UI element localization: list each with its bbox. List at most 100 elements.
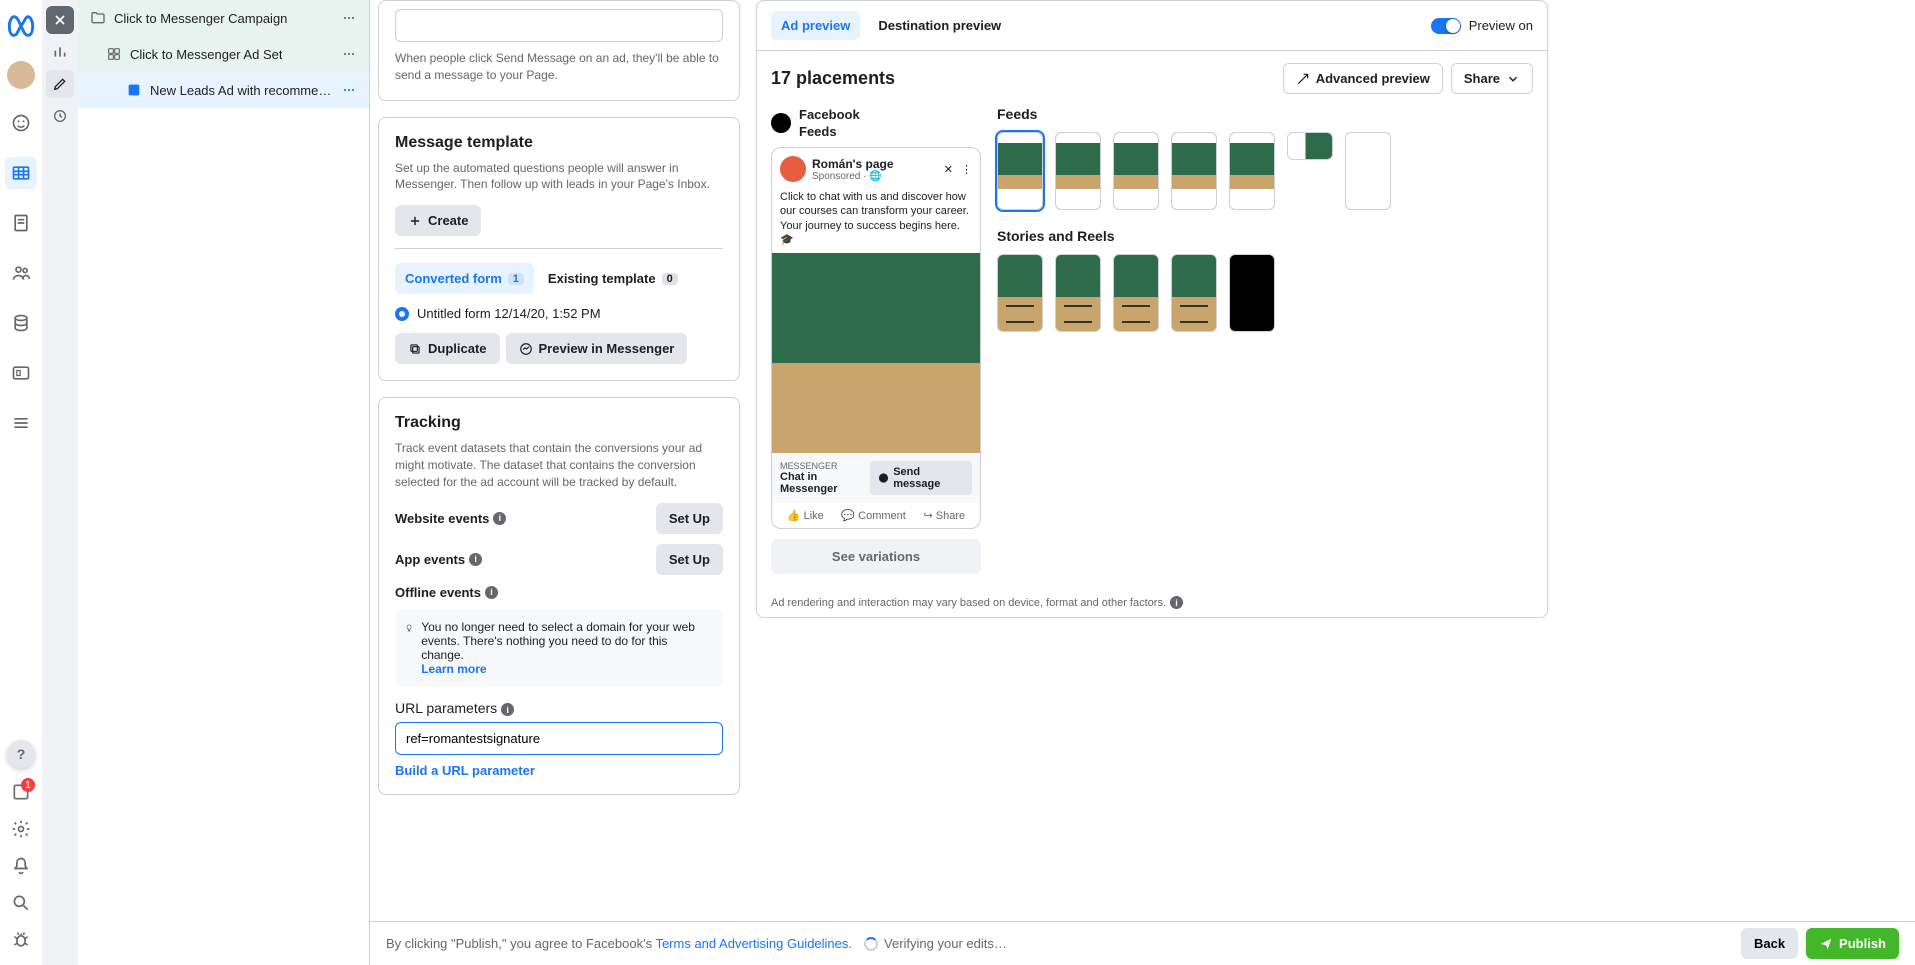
info-icon[interactable]: i: [469, 553, 482, 566]
nav-bell-icon[interactable]: [11, 856, 31, 879]
info-icon[interactable]: i: [501, 703, 514, 716]
nav-table-icon[interactable]: [5, 157, 37, 189]
meta-logo[interactable]: [7, 12, 35, 43]
page-avatar: [780, 156, 806, 182]
preview-channel-label: Facebook: [799, 107, 860, 122]
placement-thumb[interactable]: [1171, 254, 1217, 332]
placement-thumb[interactable]: [1113, 254, 1159, 332]
see-variations-button[interactable]: See variations: [771, 539, 981, 574]
feeds-section-title: Feeds: [997, 106, 1533, 122]
nav-bug-icon[interactable]: [11, 930, 31, 953]
tab-ad-preview[interactable]: Ad preview: [771, 11, 860, 40]
stats-icon[interactable]: [46, 38, 74, 66]
preview-messenger-button[interactable]: Preview in Messenger: [506, 333, 688, 364]
nav-settings-icon[interactable]: [11, 819, 31, 842]
publish-button[interactable]: Publish: [1806, 928, 1899, 959]
tab-existing-template[interactable]: Existing template 0: [538, 263, 688, 294]
offline-events-label: Offline events: [395, 585, 481, 600]
back-button[interactable]: Back: [1741, 928, 1798, 959]
learn-more-link[interactable]: Learn more: [421, 662, 486, 676]
nav-emoji-icon[interactable]: [5, 107, 37, 139]
nav-document-icon[interactable]: [5, 207, 37, 239]
preview-toggle[interactable]: [1431, 18, 1461, 34]
setup-website-button[interactable]: Set Up: [656, 503, 723, 534]
info-icon[interactable]: i: [485, 586, 498, 599]
placement-thumb[interactable]: [1055, 132, 1101, 210]
advanced-preview-button[interactable]: Advanced preview: [1283, 63, 1443, 94]
facebook-icon: [771, 113, 791, 133]
adset-label: Click to Messenger Ad Set: [130, 47, 282, 62]
form-name: Untitled form 12/14/20, 1:52 PM: [417, 306, 601, 321]
close-ad-icon[interactable]: ✕: [944, 163, 953, 176]
history-icon[interactable]: [46, 102, 74, 130]
build-url-link[interactable]: Build a URL parameter: [395, 763, 535, 778]
comment-button[interactable]: 💬 Comment: [841, 509, 905, 522]
ad-cta-bar: MESSENGER Chat in Messenger Send message: [772, 453, 980, 503]
tab-destination-preview[interactable]: Destination preview: [868, 11, 1011, 40]
placement-thumb[interactable]: [1229, 254, 1275, 332]
stories-section-title: Stories and Reels: [997, 228, 1533, 244]
nav-audiences-icon[interactable]: [5, 257, 37, 289]
create-template-button[interactable]: Create: [395, 205, 481, 236]
placement-thumb[interactable]: [1113, 132, 1159, 210]
verify-status: Verifying your edits…: [884, 936, 1007, 951]
terms-link[interactable]: Terms and Advertising Guidelines: [655, 936, 848, 951]
help-button[interactable]: ?: [7, 740, 35, 768]
setup-app-button[interactable]: Set Up: [656, 544, 723, 575]
tracking-title: Tracking: [395, 414, 723, 432]
send-message-cta[interactable]: Send message: [870, 461, 972, 495]
placement-thumb[interactable]: [1345, 132, 1391, 210]
placement-thumb[interactable]: [997, 254, 1043, 332]
nav-search-icon[interactable]: [11, 893, 31, 916]
placement-thumb[interactable]: [1055, 254, 1101, 332]
ad-tree-item[interactable]: New Leads Ad with recommend…: [78, 72, 369, 108]
preview-surface-label: Feeds: [799, 124, 837, 139]
nav-menu-icon[interactable]: [5, 407, 37, 439]
ad-primary-text: Click to chat with us and discover how o…: [772, 190, 980, 253]
ad-hero-image: [772, 253, 980, 453]
tracking-desc: Track event datasets that contain the co…: [395, 440, 723, 490]
domain-tip-box: You no longer need to select a domain fo…: [395, 610, 723, 686]
website-events-label: Website events: [395, 511, 489, 526]
app-events-label: App events: [395, 552, 465, 567]
message-destination-select[interactable]: [395, 9, 723, 42]
publish-agreement: By clicking "Publish," you agree to Face…: [386, 936, 852, 951]
template-desc: Set up the automated questions people wi…: [395, 160, 723, 194]
placement-thumb[interactable]: [1229, 132, 1275, 210]
share-button[interactable]: Share: [1451, 63, 1533, 94]
info-icon[interactable]: i: [493, 512, 506, 525]
form-radio-row[interactable]: Untitled form 12/14/20, 1:52 PM: [395, 306, 723, 321]
campaign-label: Click to Messenger Campaign: [114, 11, 287, 26]
like-button[interactable]: 👍 Like: [787, 509, 824, 522]
template-title: Message template: [395, 134, 723, 152]
bulb-icon: [405, 620, 413, 636]
user-avatar[interactable]: [7, 61, 35, 89]
ad-preview-mock: Román's page Sponsored · 🌐 ✕ ⋮ Click to …: [771, 147, 981, 529]
placement-thumb[interactable]: [1171, 132, 1217, 210]
share-button-mock[interactable]: ↪ Share: [924, 509, 966, 522]
campaign-tree-item[interactable]: Click to Messenger Campaign: [78, 0, 369, 36]
close-panel-button[interactable]: [46, 6, 74, 34]
ad-label: New Leads Ad with recommend…: [150, 83, 333, 98]
adset-menu-icon[interactable]: [341, 46, 357, 62]
duplicate-button[interactable]: Duplicate: [395, 333, 500, 364]
url-params-label: URL parameters: [395, 700, 497, 716]
ad-menu-icon[interactable]: ⋮: [961, 163, 972, 176]
nav-billing-icon[interactable]: [5, 307, 37, 339]
sponsored-label: Sponsored: [812, 171, 860, 182]
url-params-input[interactable]: [395, 722, 723, 755]
placement-thumb[interactable]: [1287, 132, 1333, 160]
page-name: Román's page: [812, 157, 894, 171]
spinner-icon: [864, 937, 878, 951]
info-icon[interactable]: i: [1170, 596, 1183, 609]
placements-count: 17 placements: [771, 68, 895, 89]
edit-icon[interactable]: [46, 70, 74, 98]
preview-toggle-label: Preview on: [1469, 18, 1533, 33]
adset-tree-item[interactable]: Click to Messenger Ad Set: [78, 36, 369, 72]
tab-converted-form[interactable]: Converted form 1: [395, 263, 534, 294]
campaign-menu-icon[interactable]: [341, 10, 357, 26]
nav-events-icon[interactable]: [5, 357, 37, 389]
nav-news-icon[interactable]: 1: [11, 782, 31, 805]
placement-thumb[interactable]: [997, 132, 1043, 210]
ad-menu-icon[interactable]: [341, 82, 357, 98]
